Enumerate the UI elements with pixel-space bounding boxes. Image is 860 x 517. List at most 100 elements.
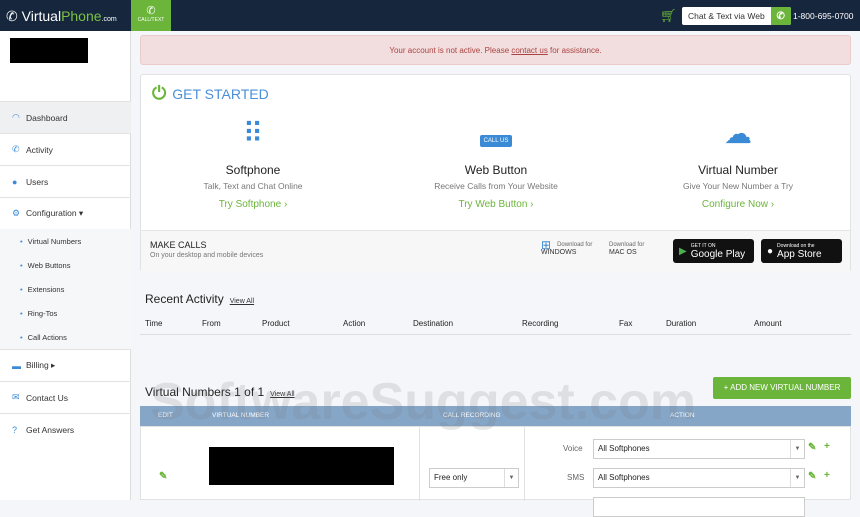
add-voice-icon[interactable]: +	[824, 441, 830, 452]
col-action: ACTION	[670, 412, 695, 419]
caret-down-icon: ▼	[790, 469, 804, 487]
call-text-button[interactable]: ✆ CALL/TEXT	[131, 0, 171, 31]
col-action: Action	[343, 319, 366, 328]
sidebar-item-activity[interactable]: ✆ Activity	[0, 133, 131, 165]
col-recording: Recording	[522, 319, 559, 328]
gauge-icon: ◠	[12, 112, 20, 122]
feature-web-button: CALL US Web Button Receive Calls from Yo…	[396, 117, 596, 210]
call-us-button-icon: CALL US	[396, 117, 596, 157]
sidebar-item-dashboard[interactable]: ◠ Dashboard	[0, 101, 131, 133]
voice-label: Voice	[563, 444, 583, 453]
third-action-select[interactable]	[593, 497, 805, 517]
title: GET STARTED	[172, 85, 269, 102]
virtual-numbers-heading: Virtual Numbers 1 of 1 View All	[145, 385, 295, 399]
get-started-title: ⏻ GET STARTED	[152, 83, 269, 104]
feature-desc: Talk, Text and Chat Online	[203, 181, 303, 191]
sidebar-sub-ring-tos[interactable]: Ring-Tos	[0, 301, 131, 325]
logo-suffix: .com	[101, 16, 117, 23]
title: Recent Activity	[145, 292, 224, 306]
play-icon: ▶	[679, 245, 687, 257]
app-store-button[interactable]: ● Download on the App Store	[761, 239, 842, 263]
sidebar-sub-extensions[interactable]: Extensions	[0, 277, 131, 301]
col-virtual-number: VIRTUAL NUMBER	[212, 412, 270, 419]
sms-label: SMS	[567, 473, 585, 482]
sidebar-sub-virtual-numbers[interactable]: Virtual Numbers	[0, 229, 131, 253]
phone-icon: ✆	[12, 144, 20, 154]
sidebar-item-get-answers[interactable]: ? Get Answers	[0, 413, 131, 445]
caret-down-icon: ▼	[790, 440, 804, 458]
chat-label: Chat & Text via Web	[688, 11, 765, 21]
feature-title: Web Button	[464, 163, 528, 177]
add-virtual-number-button[interactable]: + ADD NEW VIRTUAL NUMBER	[713, 377, 851, 399]
small: Download for	[557, 242, 593, 248]
col-product: Product	[262, 319, 290, 328]
feature-softphone: ⠿ Softphone Talk, Text and Chat Online T…	[153, 117, 353, 210]
label: Configuration ▾	[26, 208, 84, 218]
recent-view-all-link[interactable]: View All	[230, 298, 254, 305]
col-from: From	[202, 319, 221, 328]
sidebar-item-configuration[interactable]: ⚙ Configuration ▾	[0, 197, 131, 229]
edit-pencil-icon[interactable]: ✎	[159, 471, 167, 482]
sidebar-sub-call-actions[interactable]: Call Actions	[0, 325, 131, 349]
value: All Softphones	[598, 444, 650, 453]
sms-action-select[interactable]: All Softphones ▼	[593, 468, 805, 488]
add-sms-icon[interactable]: +	[824, 470, 830, 481]
edit-voice-icon[interactable]: ✎	[808, 442, 816, 453]
col-edit: EDIT	[158, 412, 173, 419]
call-recording-select[interactable]: Free only ▼	[429, 468, 519, 488]
call-text-label: CALL/TEXT	[137, 17, 165, 23]
feature-title: Softphone	[225, 163, 281, 177]
sidebar-item-billing[interactable]: ▬ Billing ▸	[0, 349, 131, 381]
google-play-button[interactable]: ▶ GET IT ON Google Play	[673, 239, 754, 263]
col-fax: Fax	[619, 319, 633, 328]
title: Virtual Numbers 1 of 1	[145, 385, 265, 399]
envelope-icon: ✉	[12, 392, 20, 402]
label: Dashboard	[26, 112, 68, 123]
make-calls-strip: MAKE CALLS On your desktop and mobile de…	[141, 230, 850, 272]
try-web-button-link[interactable]: Try Web Button ›	[396, 199, 596, 210]
make-calls-subtitle: On your desktop and mobile devices	[150, 252, 264, 259]
try-softphone-link[interactable]: Try Softphone ›	[153, 199, 353, 210]
sidebar-sub-web-buttons[interactable]: Web Buttons	[0, 253, 131, 277]
account-inactive-alert: Your account is not active. Please conta…	[140, 35, 851, 65]
user-icon: ●	[12, 176, 18, 187]
top-bar: ✆ VirtualPhone.com ✆ CALL/TEXT 🛒︎ Chat & …	[0, 0, 860, 31]
logo[interactable]: ✆ VirtualPhone.com	[6, 8, 117, 25]
question-icon: ?	[12, 424, 18, 435]
os: MAC OS	[609, 249, 637, 256]
gear-icon: ⚙	[12, 208, 21, 218]
download-mac-link[interactable]: Download for MAC OS	[609, 242, 650, 257]
download-windows-link[interactable]: ⊞ Download for WINDOWS	[541, 239, 593, 257]
cloud-phone-icon: ☁	[724, 118, 752, 149]
card-icon: ▬	[12, 360, 21, 371]
store: App Store	[777, 248, 822, 260]
configure-now-link[interactable]: Configure Now ›	[638, 199, 838, 210]
virtual-number-redacted	[209, 447, 394, 485]
edit-sms-icon[interactable]: ✎	[808, 471, 816, 482]
value: All Softphones	[598, 473, 650, 482]
sidebar-item-contact-us[interactable]: ✉ Contact Us	[0, 381, 131, 413]
sidebar: ◠ Dashboard ✆ Activity ● Users ⚙ Configurati…	[0, 31, 131, 500]
phone-icon: ✆	[146, 5, 156, 17]
vn-view-all-link[interactable]: View All	[270, 391, 294, 398]
label: Users	[26, 176, 49, 187]
sidebar-item-users[interactable]: ● Users	[0, 165, 131, 197]
power-icon: ⏻	[152, 83, 167, 103]
voice-action-select[interactable]: All Softphones ▼	[593, 439, 805, 459]
col-call-recording: CALL RECORDING	[443, 412, 501, 419]
chat-text-web-button[interactable]: Chat & Text via Web ✆	[682, 7, 791, 25]
col-amount: Amount	[754, 319, 782, 328]
phone-icon: ✆	[770, 7, 791, 25]
contact-us-link[interactable]: contact us	[511, 46, 547, 55]
cart-icon[interactable]: 🛒︎	[660, 8, 677, 24]
alert-text-end: for assistance.	[547, 46, 602, 55]
small: Download for	[609, 242, 645, 248]
phone-icon: ✆	[6, 8, 18, 24]
caret-down-icon: ▼	[504, 469, 518, 487]
support-phone: 1-800-695-0700	[793, 11, 854, 21]
feature-title: Virtual Number	[698, 163, 778, 177]
sidebar-nav: ◠ Dashboard ✆ Activity ● Users ⚙ Configurati…	[0, 101, 131, 445]
store: Google Play	[690, 248, 746, 260]
virtual-numbers-table-header: EDIT VIRTUAL NUMBER CALL RECORDING ACTIO…	[140, 406, 851, 426]
logo-accent: Phone	[61, 8, 102, 24]
